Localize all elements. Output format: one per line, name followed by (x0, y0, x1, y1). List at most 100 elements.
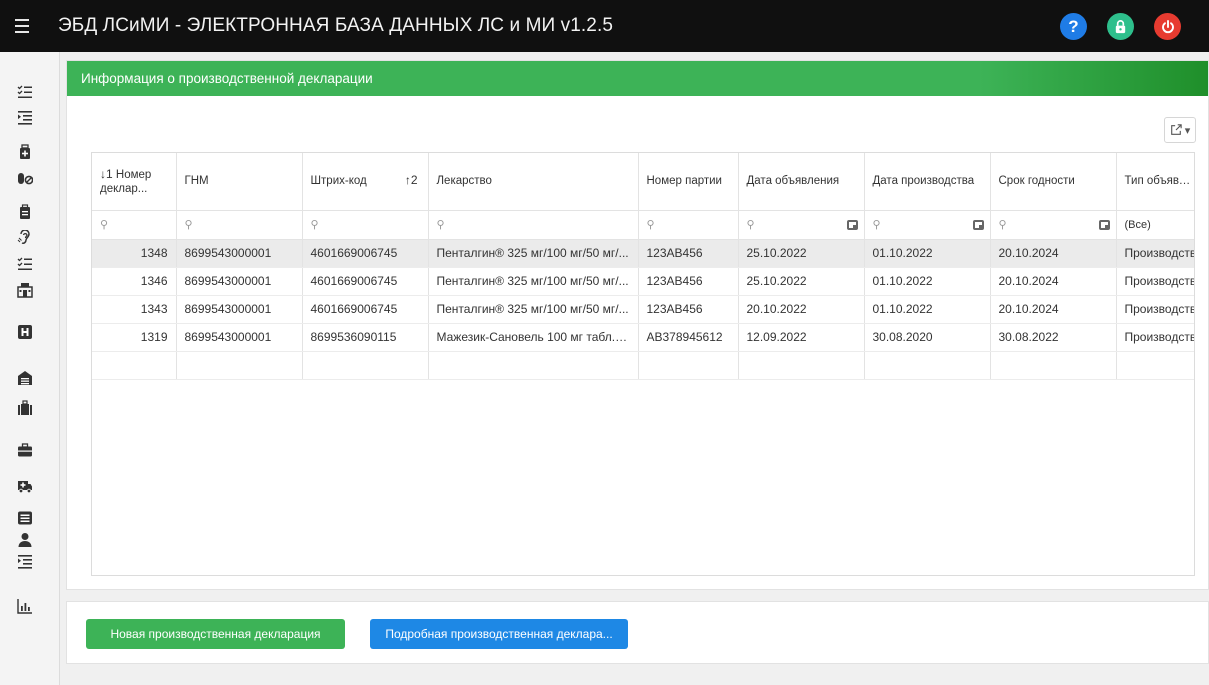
filter-expiry-date[interactable]: ⚲ (990, 210, 1117, 240)
cell-number: 1346 (92, 267, 177, 296)
power-icon[interactable] (1154, 13, 1181, 40)
checklist-icon[interactable] (14, 82, 36, 102)
search-icon: ⚲ (872, 219, 881, 231)
cell-production-date: 01.10.2022 (864, 295, 991, 324)
ear-icon[interactable] (14, 228, 36, 248)
menu-icon[interactable] (0, 0, 44, 52)
declaration-panel: Информация о производственной декларации… (66, 60, 1209, 590)
search-icon: ⚲ (998, 219, 1007, 231)
detail-declaration-button[interactable]: Подробная производственная деклара... (370, 619, 628, 649)
column-header-batch[interactable]: Номер партии (638, 153, 739, 211)
panel-title: Информация о производственной декларации (67, 61, 1208, 96)
cell-barcode: 4601669006745 (302, 239, 429, 268)
column-header-barcode[interactable]: Штрих-код ↑2 (302, 153, 429, 211)
search-icon: ⚲ (646, 219, 655, 231)
column-header-type[interactable]: Тип объявления (1116, 153, 1194, 211)
filter-number[interactable]: ⚲ (92, 210, 177, 240)
cell-gnm: 8699543000001 (176, 267, 303, 296)
filter-drug[interactable]: ⚲ (428, 210, 639, 240)
search-icon: ⚲ (436, 219, 445, 231)
search-icon: ⚲ (184, 219, 193, 231)
actions-panel: Новая производственная декларация Подроб… (66, 601, 1209, 664)
cell-number: 1348 (92, 239, 177, 268)
briefcase-icon[interactable] (14, 440, 36, 460)
cell-type: Производственная (1116, 239, 1194, 268)
cell-expiry-date: 20.10.2024 (990, 295, 1117, 324)
indent-list-icon[interactable] (14, 552, 36, 572)
cell-expiry-date: 20.10.2024 (990, 267, 1117, 296)
cell-drug: Мажезик-Сановель 100 мг табл.п.... (428, 323, 639, 352)
filter-gnm[interactable]: ⚲ (176, 210, 303, 240)
cell-batch: 123AB456 (638, 295, 739, 324)
sidebar (0, 52, 60, 685)
top-bar: ЭБД ЛСиМИ - ЭЛЕКТРОННАЯ БАЗА ДАННЫХ ЛС и… (0, 0, 1209, 52)
cell-batch: 123AB456 (638, 239, 739, 268)
help-icon[interactable]: ? (1060, 13, 1087, 40)
cell-batch: AB378945612 (638, 323, 739, 352)
table-row[interactable]: 1346 8699543000001 4601669006745 Пенталг… (92, 267, 1194, 296)
table-row[interactable]: 1348 8699543000001 4601669006745 Пенталг… (92, 239, 1194, 268)
cell-barcode: 4601669006745 (302, 267, 429, 296)
cell-batch: 123AB456 (638, 267, 739, 296)
filter-batch[interactable]: ⚲ (638, 210, 739, 240)
calendar-icon[interactable] (846, 219, 858, 230)
cell-declaration-date: 20.10.2022 (738, 295, 865, 324)
search-icon: ⚲ (100, 219, 109, 231)
chart-icon[interactable] (14, 596, 36, 616)
document-bag-icon[interactable] (14, 202, 36, 222)
column-header-gnm[interactable]: ГНМ (176, 153, 303, 211)
column-header-expiry-date[interactable]: Срок годности (990, 153, 1117, 211)
medical-bag-icon[interactable] (14, 142, 36, 162)
table-row[interactable]: 1319 8699543000001 8699536090115 Мажезик… (92, 323, 1194, 352)
column-header-drug[interactable]: Лекарство (428, 153, 639, 211)
table-row[interactable]: 1343 8699543000001 4601669006745 Пенталг… (92, 295, 1194, 324)
calendar-icon[interactable] (972, 219, 984, 230)
warehouse-icon[interactable] (14, 368, 36, 388)
column-header-declaration-date[interactable]: Дата объявления (738, 153, 865, 211)
cell-gnm: 8699543000001 (176, 323, 303, 352)
cell-type: Производственная (1116, 295, 1194, 324)
hospital-h-icon[interactable] (14, 322, 36, 342)
cell-gnm: 8699543000001 (176, 239, 303, 268)
cell-production-date: 01.10.2022 (864, 239, 991, 268)
top-actions: ? (1060, 13, 1181, 40)
luggage-icon[interactable] (14, 398, 36, 418)
declarations-grid: ↓1 Номер деклар... ГНМ Штрих-код ↑2 Лека… (91, 152, 1195, 576)
building-icon[interactable] (14, 280, 36, 300)
cell-barcode: 4601669006745 (302, 295, 429, 324)
new-declaration-button[interactable]: Новая производственная декларация (86, 619, 345, 649)
filter-barcode[interactable]: ⚲ (302, 210, 429, 240)
ambulance-icon[interactable] (14, 476, 36, 496)
user-icon[interactable] (14, 530, 36, 550)
pills-icon[interactable] (14, 168, 36, 188)
filter-type-select[interactable]: (Все) (1116, 210, 1194, 240)
cell-number: 1343 (92, 295, 177, 324)
cell-declaration-date: 25.10.2022 (738, 239, 865, 268)
cell-expiry-date: 20.10.2024 (990, 239, 1117, 268)
cell-type: Производственная (1116, 323, 1194, 352)
cell-drug: Пенталгин® 325 мг/100 мг/50 мг/... (428, 295, 639, 324)
cell-gnm: 8699543000001 (176, 295, 303, 324)
cell-drug: Пенталгин® 325 мг/100 мг/50 мг/... (428, 239, 639, 268)
indent-list-icon[interactable] (14, 108, 36, 128)
sort-indicator: ↓1 (100, 166, 113, 181)
cell-production-date: 01.10.2022 (864, 267, 991, 296)
list-box-icon[interactable] (14, 508, 36, 528)
lock-icon[interactable] (1107, 13, 1134, 40)
cell-barcode: 8699536090115 (302, 323, 429, 352)
search-icon: ⚲ (310, 219, 319, 231)
app-title: ЭБД ЛСиМИ - ЭЛЕКТРОННАЯ БАЗА ДАННЫХ ЛС и… (58, 15, 614, 36)
column-header-number[interactable]: ↓1 Номер деклар... (92, 153, 177, 211)
calendar-icon[interactable] (1098, 219, 1110, 230)
filter-declaration-date[interactable]: ⚲ (738, 210, 865, 240)
cell-expiry-date: 30.08.2022 (990, 323, 1117, 352)
cell-drug: Пенталгин® 325 мг/100 мг/50 мг/... (428, 267, 639, 296)
column-header-production-date[interactable]: Дата производства (864, 153, 991, 211)
export-button[interactable]: ▾ (1164, 117, 1196, 143)
cell-declaration-date: 25.10.2022 (738, 267, 865, 296)
empty-grid-area (92, 351, 1194, 380)
filter-production-date[interactable]: ⚲ (864, 210, 991, 240)
checklist-icon[interactable] (14, 254, 36, 274)
search-icon: ⚲ (746, 219, 755, 231)
cell-production-date: 30.08.2020 (864, 323, 991, 352)
